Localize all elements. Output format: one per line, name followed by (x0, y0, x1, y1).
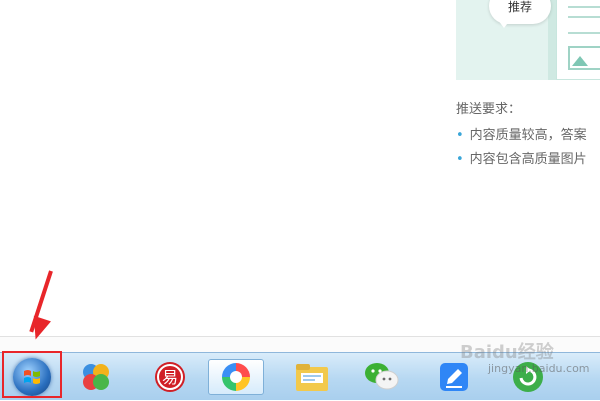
start-button[interactable] (0, 353, 64, 401)
list-item: • 内容质量较高，答案 (456, 126, 587, 150)
pinwheel-icon (222, 363, 250, 391)
pinned-app-blue-note[interactable] (432, 359, 476, 395)
push-requirements-title: 推送要求： (456, 102, 522, 117)
illustration-line (568, 16, 600, 18)
pinned-app-wechat[interactable] (360, 359, 404, 395)
bubble-tail (498, 20, 510, 28)
mountain-icon (572, 56, 588, 66)
requirements-list: • 内容质量较高，答案 • 内容包含高质量图片 (456, 126, 587, 174)
blue-edit-icon (440, 363, 468, 391)
bullet: • (456, 152, 464, 167)
pinned-app-red-yi[interactable]: 易 (148, 359, 192, 395)
watermark-url: jingyan.baidu.com (488, 362, 590, 375)
pinned-app-file-explorer[interactable] (290, 359, 334, 395)
list-item: • 内容包含高质量图片 (456, 150, 587, 174)
requirement-text: 内容包含高质量图片 (469, 152, 587, 167)
red-circle-icon: 易 (155, 362, 185, 392)
folder-icon (296, 364, 328, 391)
windows-orb-icon (13, 358, 51, 396)
illustration-line (568, 6, 600, 8)
baidu-watermark: Baidu经验 (460, 342, 554, 363)
colorful-balls-icon (83, 364, 109, 390)
pinned-app-colorful-balls[interactable] (74, 359, 118, 395)
red-icon-glyph: 易 (162, 368, 178, 387)
requirement-text: 内容质量较高，答案 (469, 128, 587, 143)
illustration-line (568, 32, 600, 34)
bullet: • (456, 128, 464, 143)
bubble-label: 推荐 (507, 0, 532, 14)
pinned-app-pinwheel[interactable] (208, 359, 264, 395)
wechat-icon (365, 363, 399, 390)
webpage-content: 推荐 推送要求： • 内容质量较高，答案 • 内容包含高质量图片 (0, 0, 600, 336)
